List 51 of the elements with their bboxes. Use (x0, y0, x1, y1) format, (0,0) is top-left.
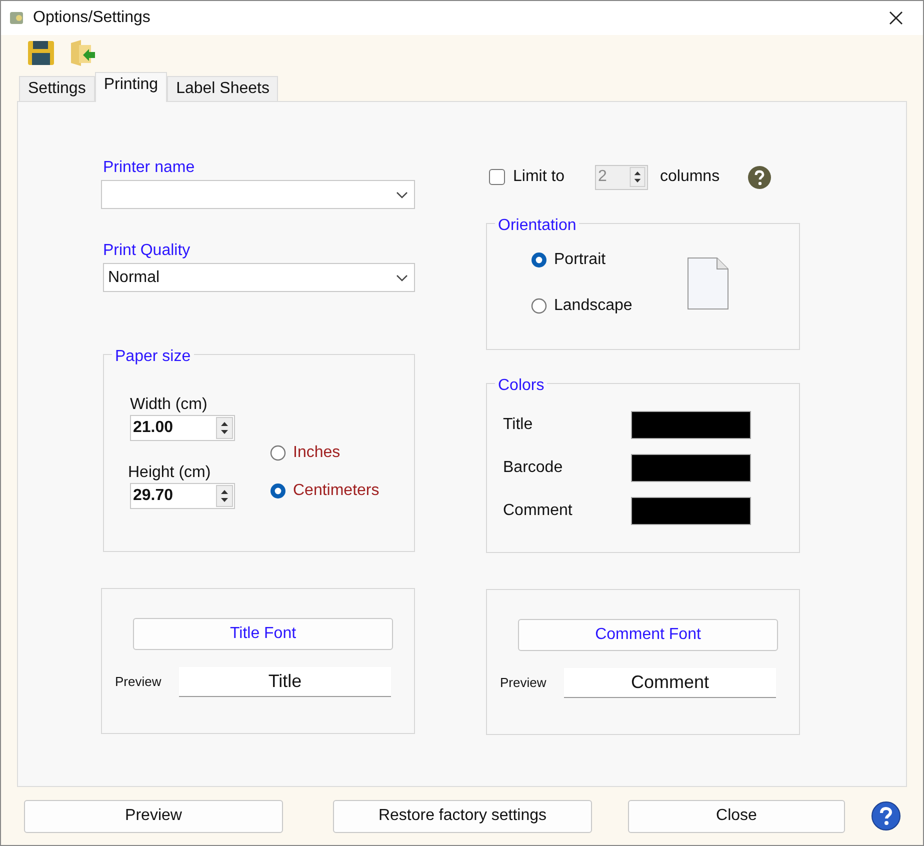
folder-arrow-icon[interactable] (69, 39, 97, 67)
help-icon[interactable] (871, 801, 901, 832)
spinner-value: 2 (598, 167, 607, 187)
field-label: Height (cm) (128, 463, 212, 483)
window-title: Options/Settings (33, 8, 150, 28)
color-label: Title (503, 415, 534, 435)
tab[interactable]: Printing (94, 72, 168, 102)
radio-label: Inches (293, 443, 340, 463)
app-icon (9, 10, 25, 26)
radio-button[interactable] (531, 298, 547, 314)
dialog-button[interactable]: Restore factory settings (333, 800, 592, 833)
field-label: Print Quality (103, 241, 192, 261)
radio-button[interactable] (270, 483, 286, 499)
color-label: Comment (503, 501, 574, 521)
number-spinner[interactable]: 29.70 (130, 483, 235, 509)
field-label: Width (cm) (130, 395, 208, 415)
close-icon[interactable] (889, 11, 903, 25)
radio-label: Landscape (554, 296, 632, 316)
spinner-value: 21.00 (133, 418, 174, 438)
checkbox-label: Limit to (513, 167, 566, 187)
preview-label: Preview (500, 674, 547, 692)
color-swatch[interactable] (631, 497, 751, 525)
radio-button[interactable] (531, 252, 547, 268)
font-preview: Comment (564, 668, 776, 698)
field-label: Printer name (103, 158, 196, 178)
font-preview: Title (179, 667, 391, 697)
columns-label: columns (660, 167, 720, 187)
dialog-button[interactable]: Close (628, 800, 845, 833)
number-spinner[interactable]: 21.00 (130, 415, 235, 441)
font-button[interactable]: Title Font (133, 618, 393, 650)
color-label: Barcode (503, 458, 564, 478)
radio-button[interactable] (270, 445, 286, 461)
color-swatch[interactable] (631, 454, 751, 482)
spinner-arrows-icon[interactable] (216, 417, 233, 439)
caret-icon (396, 274, 408, 282)
dropdown-value: Normal (108, 268, 160, 288)
help-icon[interactable] (748, 166, 771, 188)
color-swatch[interactable] (631, 411, 751, 439)
caret-icon (396, 190, 408, 198)
quality-dropdown[interactable]: Normal (103, 263, 415, 292)
page-icon (687, 257, 729, 310)
spinner-value: 29.70 (133, 486, 174, 506)
radio-label: Centimeters (293, 481, 380, 501)
tab[interactable]: Label Sheets (167, 76, 278, 101)
radio-label: Portrait (554, 250, 606, 270)
dialog-button[interactable]: Preview (24, 800, 283, 833)
tab[interactable]: Settings (19, 76, 95, 101)
preview-label: Preview (115, 673, 162, 692)
font-button[interactable]: Comment Font (518, 619, 778, 651)
spinner-arrows-icon[interactable] (216, 485, 233, 507)
save-icon[interactable] (27, 40, 55, 66)
